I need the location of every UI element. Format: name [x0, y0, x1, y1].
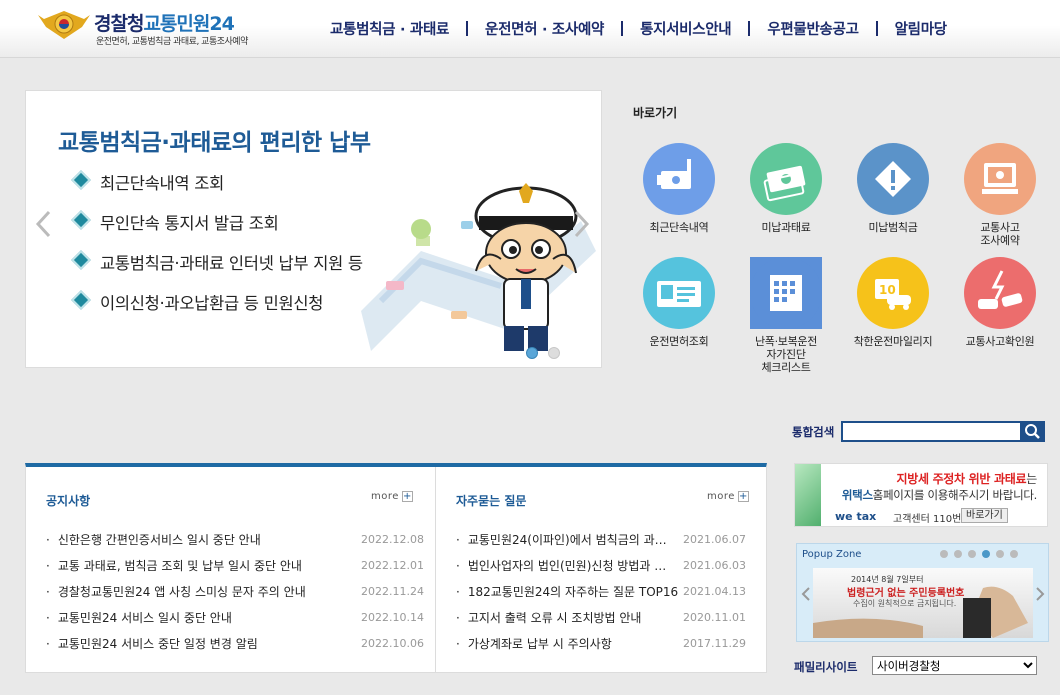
search-button[interactable] — [1020, 421, 1045, 442]
money-icon — [750, 143, 822, 215]
quick-link-license-lookup[interactable]: 운전면허조회 — [624, 257, 734, 348]
banner-next-arrow-icon[interactable] — [571, 209, 591, 239]
notice-row[interactable]: 교통 과태료, 범칙금 조회 및 납부 일시 중단 안내2022.12.01 — [46, 553, 424, 579]
faq-row[interactable]: 182교통민원24의 자주하는 질문 TOP162021.04.13 — [456, 579, 746, 605]
plus-icon: + — [737, 491, 749, 502]
nav-notice-board[interactable]: 알림마당 — [895, 18, 947, 39]
faq-more-link[interactable]: more + — [707, 491, 749, 502]
quick-link-recent-violations[interactable]: 최근단속내역 — [624, 143, 734, 234]
nav-separator — [466, 20, 469, 36]
notice-list: 신한은행 간편인증서비스 일시 중단 안내2022.12.08 교통 과태료, … — [46, 527, 424, 657]
nav-separator — [621, 20, 624, 36]
popup-zone: Popup Zone 2014년 8월 7일부터 법령근거 없는 주민등록번호 … — [796, 543, 1049, 642]
notice-row[interactable]: 교통민원24 서비스 중단 일정 변경 알림2022.10.06 — [46, 631, 424, 657]
nav-notification[interactable]: 통지서비스안내 — [640, 18, 732, 39]
banner-dot-2[interactable] — [548, 347, 560, 359]
quick-links-title: 바로가기 — [633, 106, 678, 120]
nav-separator — [875, 20, 878, 36]
diamond-bullet-icon — [71, 170, 91, 190]
wetax-banner[interactable]: 지방세 주정차 위반 과태료는 위택스홈페이지를 이용해주시기 바랍니다. we… — [794, 463, 1048, 527]
board-panel: 공지사항 more+ 신한은행 간편인증서비스 일시 중단 안내2022.12.… — [25, 463, 767, 673]
banner-pagination — [526, 347, 560, 359]
faq-row[interactable]: 교통민원24(이파인)에서 범칙금의 과…2021.06.07 — [456, 527, 746, 553]
faq-list: 교통민원24(이파인)에서 범칙금의 과…2021.06.07 법인사업자의 법… — [456, 527, 746, 657]
brand-subtitle: 운전면허, 교통범칙금 과태료, 교통조사예약 — [96, 37, 248, 47]
faq-row[interactable]: 가상계좌로 납부 시 주의사항2017.11.29 — [456, 631, 746, 657]
quick-link-unpaid-fines[interactable]: 미납과태료 — [731, 143, 841, 234]
popup-dot-5[interactable] — [996, 550, 1004, 558]
popup-dot-2[interactable] — [954, 550, 962, 558]
notice-section: 공지사항 more+ 신한은행 간편인증서비스 일시 중단 안내2022.12.… — [26, 467, 435, 673]
checklist-icon — [750, 257, 822, 329]
quick-link-reckless-driving-checklist[interactable]: 난폭·보복운전 자가진단 체크리스트 — [731, 257, 841, 374]
police-emblem-icon — [38, 11, 90, 39]
banner-feature-list: 최근단속내역 조회 무인단속 통지서 발급 조회 교통범칙금·과태료 인터넷 납… — [71, 170, 363, 331]
popup-pagination — [940, 550, 1018, 558]
computer-icon — [964, 143, 1036, 215]
popup-prev-arrow-icon[interactable] — [801, 586, 811, 602]
banner-feature: 최근단속내역 조회 — [71, 170, 363, 211]
notice-row[interactable]: 신한은행 간편인증서비스 일시 중단 안내2022.12.08 — [46, 527, 424, 553]
wetax-line2: 위택스홈페이지를 이용해주시기 바랍니다. — [841, 488, 1037, 502]
family-site-label: 패밀리사이트 — [794, 660, 858, 674]
popup-zone-title: Popup Zone — [802, 549, 862, 560]
faq-section: 자주묻는 질문 more+ 교통민원24(이파인)에서 범칙금의 과…2021.… — [435, 467, 767, 673]
wetax-line1: 지방세 주정차 위반 과태료는 — [896, 472, 1037, 486]
notice-row[interactable]: 교통민원24 서비스 일시 중단 안내2022.10.14 — [46, 605, 424, 631]
notice-row[interactable]: 경찰청교통민원24 앱 사칭 스미싱 문자 주의 안내2022.11.24 — [46, 579, 424, 605]
diamond-bullet-icon — [71, 210, 91, 230]
wetax-go-button[interactable]: 바로가기 — [961, 508, 1008, 523]
quick-link-accident-certificate[interactable]: 교통사고확인원 — [945, 257, 1055, 348]
search-icon — [1025, 424, 1040, 439]
header: 경찰청교통민원24 운전면허, 교통범칙금 과태료, 교통조사예약 교통범칙금 … — [0, 0, 1060, 58]
popup-dot-6[interactable] — [1010, 550, 1018, 558]
diamond-bullet-icon — [71, 250, 91, 270]
banner-feature: 이의신청·과오납환급 등 민원신청 — [71, 290, 363, 331]
diamond-bullet-icon — [71, 290, 91, 310]
popup-next-arrow-icon[interactable] — [1035, 586, 1045, 602]
banner-title: 교통범칙금·과태료의 편리한 납부 — [58, 130, 371, 156]
search-label: 통합검색 — [792, 425, 835, 439]
warning-icon — [857, 143, 929, 215]
banner-prev-arrow-icon[interactable] — [34, 209, 54, 239]
quick-link-accident-reservation[interactable]: 교통사고 조사예약 — [945, 143, 1055, 247]
plus-icon: + — [401, 491, 413, 502]
faq-row[interactable]: 고지서 출력 오류 시 조치방법 안내2020.11.01 — [456, 605, 746, 631]
license-icon — [643, 257, 715, 329]
brand-name: 경찰청교통민원24 — [94, 13, 235, 35]
family-site-select[interactable]: 사이버경찰청 — [872, 656, 1037, 675]
faq-row[interactable]: 법인사업자의 법인(민원)신청 방법과 …2021.06.03 — [456, 553, 746, 579]
quick-link-safe-driving-mileage[interactable]: 10 착한운전마일리지 — [838, 257, 948, 348]
popup-banner-image[interactable]: 2014년 8월 7일부터 법령근거 없는 주민등록번호 수집이 원칙적으로 금… — [813, 568, 1033, 638]
nav-separator — [748, 20, 751, 36]
faq-title: 자주묻는 질문 — [456, 494, 527, 508]
main-banner: 교통범칙금·과태료의 편리한 납부 최근단속내역 조회 무인단속 통지서 발급 … — [25, 90, 602, 368]
site-logo[interactable]: 경찰청교통민원24 운전면허, 교통범칙금 과태료, 교통조사예약 — [36, 7, 266, 47]
popup-dot-3[interactable] — [968, 550, 976, 558]
main-navigation: 교통범칙금 · 과태료 운전면허 · 조사예약 통지서비스안내 우편물반송공고 … — [330, 17, 947, 39]
banner-decoration — [795, 464, 821, 526]
nav-returned-mail[interactable]: 우편물반송공고 — [767, 18, 859, 39]
mileage-icon: 10 — [857, 257, 929, 329]
accident-icon — [964, 257, 1036, 329]
notice-more-link[interactable]: more + — [371, 491, 413, 502]
banner-feature: 무인단속 통지서 발급 조회 — [71, 210, 363, 251]
wetax-callcenter: 고객센터 110번 — [893, 514, 962, 525]
camera-icon — [643, 143, 715, 215]
search-input[interactable] — [841, 421, 1021, 442]
notice-title: 공지사항 — [46, 494, 91, 508]
nav-fines[interactable]: 교통범칙금 · 과태료 — [330, 18, 449, 39]
quick-link-unpaid-penalties[interactable]: 미납범칙금 — [838, 143, 948, 234]
nav-license[interactable]: 운전면허 · 조사예약 — [485, 18, 604, 39]
police-mascot-illustration — [361, 183, 596, 351]
svg-text:10: 10 — [879, 283, 896, 297]
wetax-logo: we tax — [835, 510, 877, 523]
banner-feature: 교통범칙금·과태료 인터넷 납부 지원 등 — [71, 250, 363, 291]
popup-dot-1[interactable] — [940, 550, 948, 558]
banner-dot-1[interactable] — [526, 347, 538, 359]
popup-dot-4[interactable] — [982, 550, 990, 558]
